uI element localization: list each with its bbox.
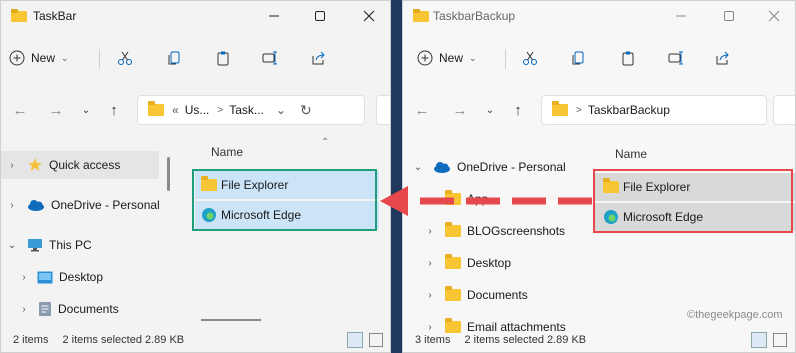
arrow-head	[380, 186, 408, 216]
drag-arrow-annotation	[380, 186, 592, 216]
